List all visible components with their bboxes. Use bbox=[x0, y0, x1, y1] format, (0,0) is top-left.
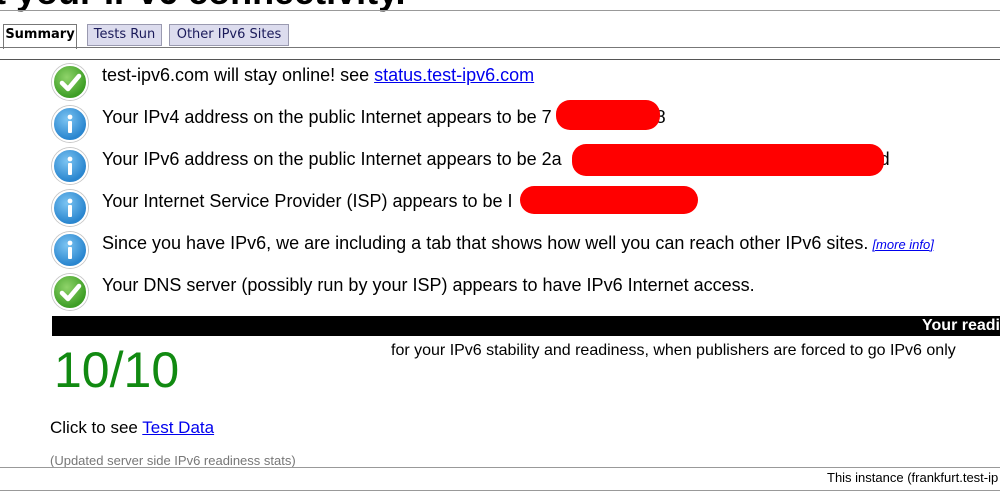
content-top-divider bbox=[0, 59, 1000, 60]
result-text: Your IPv6 address on the public Internet… bbox=[102, 149, 562, 169]
test-data-prefix: Click to see bbox=[50, 418, 143, 437]
readiness-score-bar: Your readi bbox=[52, 316, 1000, 336]
footer-bottom-divider bbox=[0, 490, 1000, 491]
isp-redaction bbox=[520, 186, 698, 214]
result-row-ipv6-tab: Since you have IPv6, we are including a … bbox=[52, 232, 972, 268]
result-text: test-ipv6.com will stay online! see bbox=[102, 65, 375, 85]
result-text: Your DNS server (possibly run by your IS… bbox=[102, 275, 755, 295]
ipv4-redaction bbox=[556, 100, 660, 130]
result-row-dns: Your DNS server (possibly run by your IS… bbox=[52, 274, 812, 310]
tabs-divider bbox=[0, 47, 1000, 48]
info-icon bbox=[52, 190, 88, 226]
status-link[interactable]: status.test-ipv6.com bbox=[374, 65, 534, 85]
ipv6-redaction bbox=[572, 144, 884, 176]
tab-other-ipv6-sites[interactable]: Other IPv6 Sites bbox=[169, 24, 289, 46]
readiness-score-description: for your IPv6 stability and readiness, w… bbox=[391, 342, 956, 359]
updated-stats-note[interactable]: (Updated server side IPv6 readiness stat… bbox=[50, 453, 296, 468]
result-text: Your Internet Service Provider (ISP) app… bbox=[102, 191, 513, 211]
info-icon bbox=[52, 106, 88, 142]
test-data-line: Click to see Test Data bbox=[50, 418, 214, 438]
readiness-score-value: 10/10 bbox=[54, 342, 180, 398]
test-data-link[interactable]: Test Data bbox=[142, 418, 214, 437]
info-icon bbox=[52, 232, 88, 268]
info-icon bbox=[52, 148, 88, 184]
tab-summary[interactable]: Summary bbox=[3, 24, 77, 49]
result-text: Your IPv4 address on the public Internet… bbox=[102, 107, 552, 127]
result-row-status: test-ipv6.com will stay online! see stat… bbox=[52, 64, 652, 100]
top-divider bbox=[0, 10, 1000, 11]
readiness-score-title: Your readi bbox=[922, 317, 1000, 334]
tab-tests-run[interactable]: Tests Run bbox=[87, 24, 162, 46]
result-text: Since you have IPv6, we are including a … bbox=[102, 233, 869, 253]
instance-info: This instance (frankfurt.test-ip bbox=[827, 470, 999, 485]
more-info-link[interactable]: [more info] bbox=[872, 237, 933, 252]
check-icon bbox=[52, 64, 88, 100]
check-icon bbox=[52, 274, 88, 310]
footer-divider bbox=[0, 467, 1000, 468]
page-heading: t your IPv6 connectivity. bbox=[0, 0, 405, 10]
